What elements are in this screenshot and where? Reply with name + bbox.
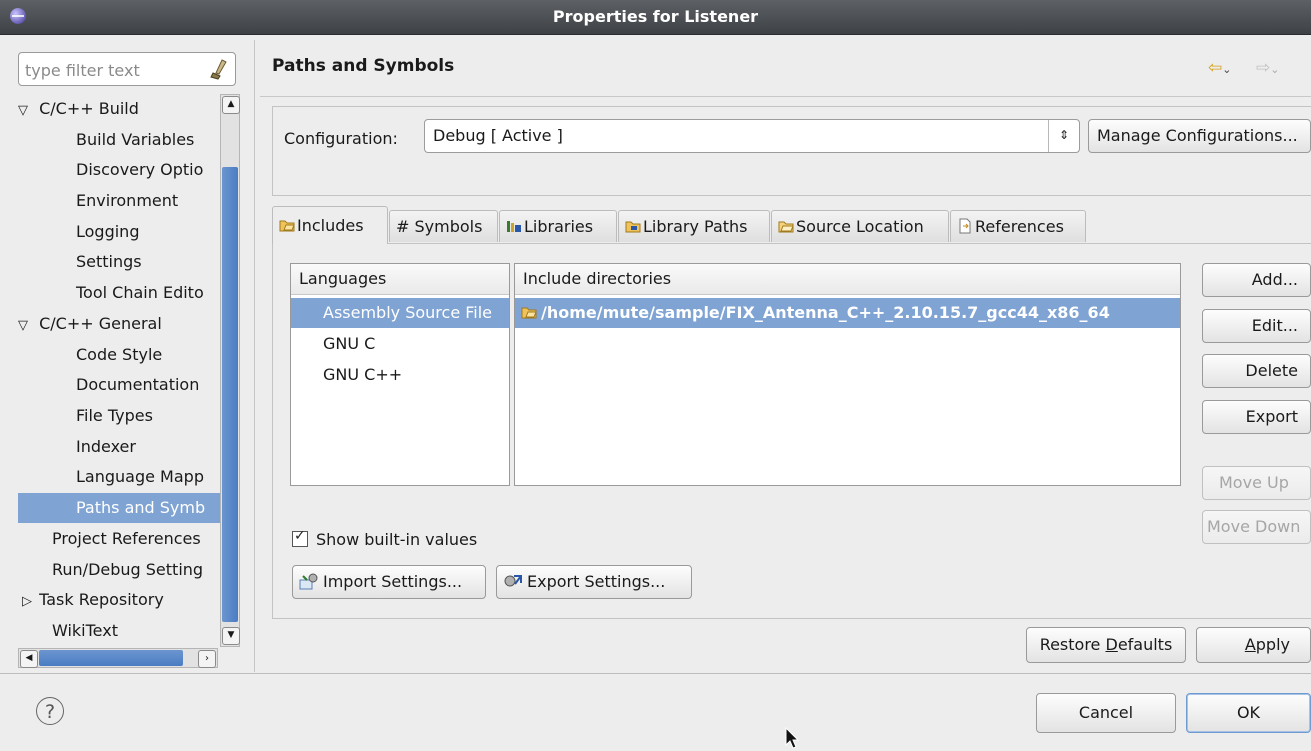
includes-folder-icon [279,220,295,232]
references-icon [959,218,971,234]
ok-button[interactable]: OK [1186,693,1311,733]
tree-item-settings[interactable]: Settings [18,247,142,277]
scrollbar-thumb[interactable] [222,167,238,622]
filter-box [18,52,236,86]
dropdown-spinner-icon[interactable]: ⇕ [1048,120,1079,152]
languages-list[interactable]: Languages Assembly Source File GNU C GNU… [290,263,510,486]
tree-item-run-debug-settings[interactable]: Run/Debug Setting [18,555,203,585]
export-button[interactable]: Export [1202,400,1311,434]
clear-filter-icon[interactable] [209,58,229,80]
source-folder-icon [778,221,794,233]
cancel-button[interactable]: Cancel [1036,693,1176,733]
tab-includes[interactable]: Includes [272,206,388,244]
help-icon[interactable]: ? [36,697,64,725]
tree-item-build-variables[interactable]: Build Variables [18,125,194,155]
window-title: Properties for Listener [552,7,759,26]
manage-configurations-button[interactable]: Manage Configurations... [1088,119,1311,153]
tree-item-project-references[interactable]: Project References [18,524,201,554]
tab-source-location[interactable]: Source Location [771,210,949,242]
tab-libraries[interactable]: Libraries [499,210,617,242]
import-settings-button[interactable]: Import Settings... [292,565,486,599]
tree-item-paths-and-symbols[interactable]: Paths and Symb [18,493,220,523]
tree-item-logging[interactable]: Logging [18,217,139,247]
panel-splitter[interactable] [254,40,255,672]
tab-references[interactable]: References [950,210,1086,242]
tab-strip: Includes # Symbols Libraries Library Pat… [272,206,1102,244]
tree-item-wikitext[interactable]: WikiText [18,616,118,646]
expanded-arrow-icon[interactable]: ▽ [18,311,34,341]
checkbox-checked-icon[interactable] [292,528,308,547]
include-path-row[interactable]: /home/mute/sample/FIX_Antenna_C++_2.10.1… [515,298,1180,328]
tree-item-cpp-build[interactable]: ▽ C/C++ Build [18,94,139,124]
move-down-button[interactable]: Move Down [1202,510,1311,544]
add-button[interactable]: Add... [1202,263,1311,297]
include-directories-column-header[interactable]: Include directories [515,264,1180,295]
libraries-icon [507,221,521,232]
tree-vertical-scrollbar[interactable]: ▲ ▼ [220,94,240,647]
scroll-right-icon[interactable]: › [198,650,216,668]
configuration-value: Debug [ Active ] [433,126,563,145]
footer-divider [0,673,1311,674]
include-folder-icon [521,307,537,319]
forward-arrow-icon[interactable]: ⇨⌄ [1256,58,1279,78]
collapsed-arrow-icon[interactable]: ▷ [18,587,34,617]
restore-defaults-button[interactable]: Restore Defaults [1026,627,1186,663]
configuration-select[interactable]: Debug [ Active ] ⇕ [424,119,1080,153]
move-up-button[interactable]: Move Up [1202,466,1311,500]
library-paths-icon [625,221,641,233]
back-arrow-icon[interactable]: ⇦⌄ [1208,58,1231,78]
language-item-gnu-cpp[interactable]: GNU C++ [291,360,402,390]
tree-item-code-style[interactable]: Code Style [18,340,162,370]
include-directories-list[interactable]: Include directories /home/mute/sample/FI… [514,263,1181,486]
export-settings-button[interactable]: Export Settings... [496,565,692,599]
property-tree: ▽ C/C++ Build Build Variables Discovery … [18,94,220,648]
tree-item-language-mappings[interactable]: Language Mapp [18,462,204,492]
apply-button[interactable]: Apply [1196,627,1311,663]
tree-horizontal-scrollbar[interactable]: ◀ › [18,648,218,668]
tree-item-indexer[interactable]: Indexer [18,432,136,462]
tree-item-environment[interactable]: Environment [18,186,178,216]
scrollbar-thumb[interactable] [39,650,183,666]
filter-input[interactable] [23,58,207,82]
title-bar: Properties for Listener [0,0,1311,35]
delete-button[interactable]: Delete [1202,354,1311,388]
tree-item-discovery-options[interactable]: Discovery Optio [18,155,203,185]
mouse-pointer-icon [785,727,800,749]
import-settings-icon [299,573,318,590]
tree-item-task-repository[interactable]: ▷ Task Repository [18,585,164,615]
tab-library-paths[interactable]: Library Paths [618,210,770,242]
scroll-left-icon[interactable]: ◀ [20,650,38,668]
edit-button[interactable]: Edit... [1202,309,1311,343]
languages-column-header[interactable]: Languages [291,264,509,295]
tree-item-file-types[interactable]: File Types [18,401,153,431]
language-item-assembly[interactable]: Assembly Source File [291,298,509,328]
tree-item-cpp-general[interactable]: ▽ C/C++ General [18,309,162,339]
header-divider [260,96,1311,97]
scroll-down-icon[interactable]: ▼ [222,627,240,645]
tab-symbols[interactable]: # Symbols [389,210,498,242]
scroll-up-icon[interactable]: ▲ [222,96,240,114]
tree-item-tool-chain-editor[interactable]: Tool Chain Edito [18,278,204,308]
configuration-label: Configuration: [284,129,398,148]
expanded-arrow-icon[interactable]: ▽ [18,96,34,126]
show-built-in-values-checkbox[interactable]: Show built-in values [292,528,477,549]
tree-item-documentation[interactable]: Documentation [18,370,199,400]
page-title: Paths and Symbols [272,56,455,76]
export-settings-icon [504,575,522,587]
language-item-gnu-c[interactable]: GNU C [291,329,375,359]
